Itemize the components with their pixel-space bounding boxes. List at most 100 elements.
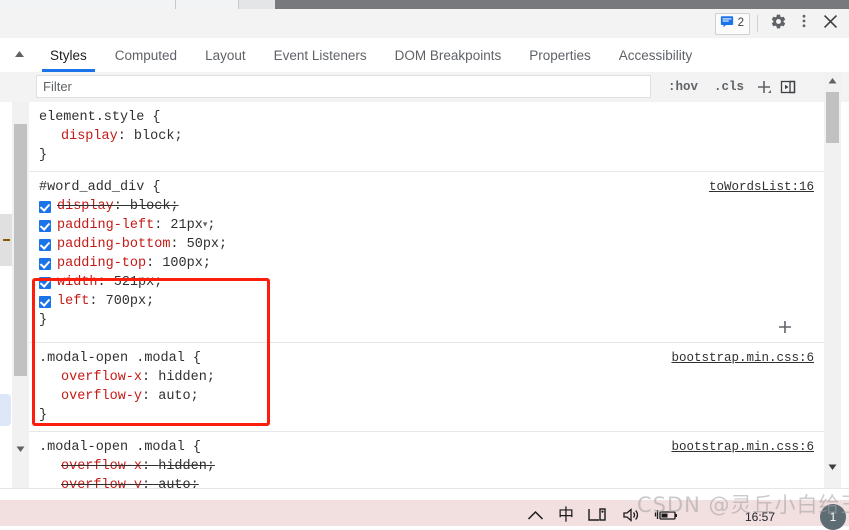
tab-dom-breakpoints[interactable]: DOM Breakpoints <box>381 38 516 72</box>
tab-label: Layout <box>205 47 246 63</box>
declaration-value[interactable]: 100px <box>162 254 203 273</box>
declaration-property[interactable]: padding-bottom <box>57 235 170 254</box>
notification-badge[interactable]: 1 <box>820 504 846 530</box>
browser-tab[interactable] <box>239 0 275 9</box>
gear-icon <box>770 13 787 35</box>
styles-pane-scrollbar-right[interactable] <box>824 72 841 488</box>
scroll-down-button[interactable] <box>824 459 841 476</box>
declaration-checkbox[interactable] <box>39 276 51 289</box>
declaration[interactable]: overflow-y: auto; <box>29 387 824 406</box>
battery-charging-icon[interactable] <box>654 508 678 522</box>
message-count-button[interactable]: 2 <box>714 12 750 35</box>
ime-icon[interactable]: 中 <box>558 507 574 523</box>
rule-selector[interactable]: element.style { <box>29 108 824 127</box>
declaration-property[interactable]: overflow-y <box>61 478 142 488</box>
declaration-checkbox[interactable] <box>39 295 51 308</box>
declaration[interactable]: padding-bottom: 50px; <box>29 235 824 254</box>
declaration-value[interactable]: hidden <box>158 370 207 385</box>
devtools-screenshot: 2 Styles Computed Layout Event Listeners… <box>0 0 849 530</box>
taskbar-clock[interactable]: 16:57 <box>745 510 775 524</box>
rule-source-link[interactable]: bootstrap.min.css:6 <box>671 349 814 368</box>
tab-list: Styles Computed Layout Event Listeners D… <box>36 38 706 72</box>
declaration-value[interactable]: 21px <box>170 216 202 235</box>
styles-pane-scrollbar-left[interactable] <box>12 102 30 488</box>
tab-label: DOM Breakpoints <box>394 47 502 63</box>
declaration-property[interactable]: display <box>57 199 114 214</box>
more-options-button[interactable] <box>791 11 817 37</box>
volume-icon[interactable] <box>622 508 640 522</box>
declaration[interactable]: left: 700px; <box>29 292 824 311</box>
filter-input[interactable]: Filter <box>36 75 651 98</box>
scroll-up-button[interactable] <box>824 72 841 89</box>
declaration-value[interactable]: 521px <box>114 273 155 292</box>
declaration[interactable]: display: block; <box>29 197 824 216</box>
toggle-hover-state-button[interactable]: :hov <box>660 80 706 94</box>
declaration[interactable]: display: block; <box>29 127 824 146</box>
declaration-property[interactable]: padding-left <box>57 216 154 235</box>
filter-placeholder: Filter <box>43 79 72 94</box>
css-rule-modal-open-1: bootstrap.min.css:6 .modal-open .modal {… <box>29 343 824 432</box>
rule-source-link[interactable]: toWordsList:16 <box>709 178 814 197</box>
css-rule-element-style: element.style { display: block; } <box>29 102 824 172</box>
message-count-label: 2 <box>737 16 744 29</box>
declaration-property[interactable]: display <box>61 129 118 144</box>
declaration-property[interactable]: overflow-x <box>61 459 142 474</box>
plus-icon <box>779 321 791 333</box>
add-declaration-button[interactable] <box>776 318 794 336</box>
scroll-down-button[interactable] <box>12 441 29 458</box>
collapsed-panel-indicator <box>3 239 10 241</box>
tab-label: Properties <box>529 47 591 63</box>
declaration-value[interactable]: 700px <box>106 292 147 311</box>
tab-event-listeners[interactable]: Event Listeners <box>260 38 381 72</box>
close-devtools-button[interactable] <box>817 11 843 37</box>
toggle-element-classes-button[interactable]: .cls <box>706 80 752 94</box>
declaration[interactable]: width: 521px; <box>29 273 824 292</box>
declaration[interactable]: overflow-x: hidden; <box>29 368 824 387</box>
declaration-checkbox[interactable] <box>39 238 51 251</box>
rule-selector[interactable]: #word_add_div { <box>29 178 824 197</box>
css-rules-list: element.style { display: block; } toWord… <box>29 102 824 488</box>
chevron-up-icon[interactable] <box>527 509 544 521</box>
declaration-checkbox[interactable] <box>39 219 51 232</box>
declaration-property[interactable]: overflow-y <box>61 389 142 404</box>
tab-computed[interactable]: Computed <box>101 38 191 72</box>
styles-pane: element.style { display: block; } toWord… <box>0 102 849 488</box>
declaration[interactable]: overflow-y: auto; <box>29 476 824 488</box>
toggle-computed-sidebar-button[interactable] <box>776 75 800 99</box>
declaration[interactable]: padding-left: 21px ▾; <box>29 216 824 235</box>
settings-button[interactable] <box>765 11 791 37</box>
declaration-property[interactable]: width <box>57 273 98 292</box>
browser-titlebar-area <box>275 0 849 9</box>
windows-taskbar: 中 16:57 1 <box>0 500 849 530</box>
display-icon[interactable] <box>588 508 608 522</box>
panel-toggle-icon <box>780 80 796 94</box>
declaration-property[interactable]: padding-top <box>57 254 146 273</box>
declaration-property[interactable]: left <box>57 292 89 311</box>
declaration-property[interactable]: overflow-x <box>61 370 142 385</box>
system-tray: 中 <box>527 502 678 528</box>
declaration[interactable]: padding-top: 100px; <box>29 254 824 273</box>
new-style-rule-button[interactable] <box>752 75 776 99</box>
declaration-value[interactable]: auto <box>158 389 190 404</box>
tab-styles[interactable]: Styles <box>36 38 101 72</box>
declaration[interactable]: overflow-x: hidden; <box>29 457 824 476</box>
declaration-value[interactable]: 50px <box>187 235 219 254</box>
tab-layout[interactable]: Layout <box>191 38 260 72</box>
declaration-checkbox[interactable] <box>39 200 51 213</box>
chevron-down-icon <box>16 446 25 452</box>
declaration-value[interactable]: block <box>134 129 175 144</box>
chevron-up-icon <box>14 45 25 63</box>
close-icon <box>822 13 839 35</box>
declaration-value[interactable]: hidden <box>158 459 207 474</box>
tab-properties[interactable]: Properties <box>515 38 605 72</box>
declaration-value[interactable]: auto <box>158 478 190 488</box>
scrollbar-thumb[interactable] <box>826 92 839 143</box>
tabbar-scroll-up-button[interactable] <box>9 44 29 64</box>
rule-source-link[interactable]: bootstrap.min.css:6 <box>671 438 814 457</box>
rule-close-brace: } <box>39 408 48 423</box>
toolbar-divider <box>757 15 758 32</box>
tab-accessibility[interactable]: Accessibility <box>605 38 707 72</box>
declaration-checkbox[interactable] <box>39 257 51 270</box>
scrollbar-thumb[interactable] <box>14 124 27 376</box>
declaration-value[interactable]: block <box>130 199 171 214</box>
